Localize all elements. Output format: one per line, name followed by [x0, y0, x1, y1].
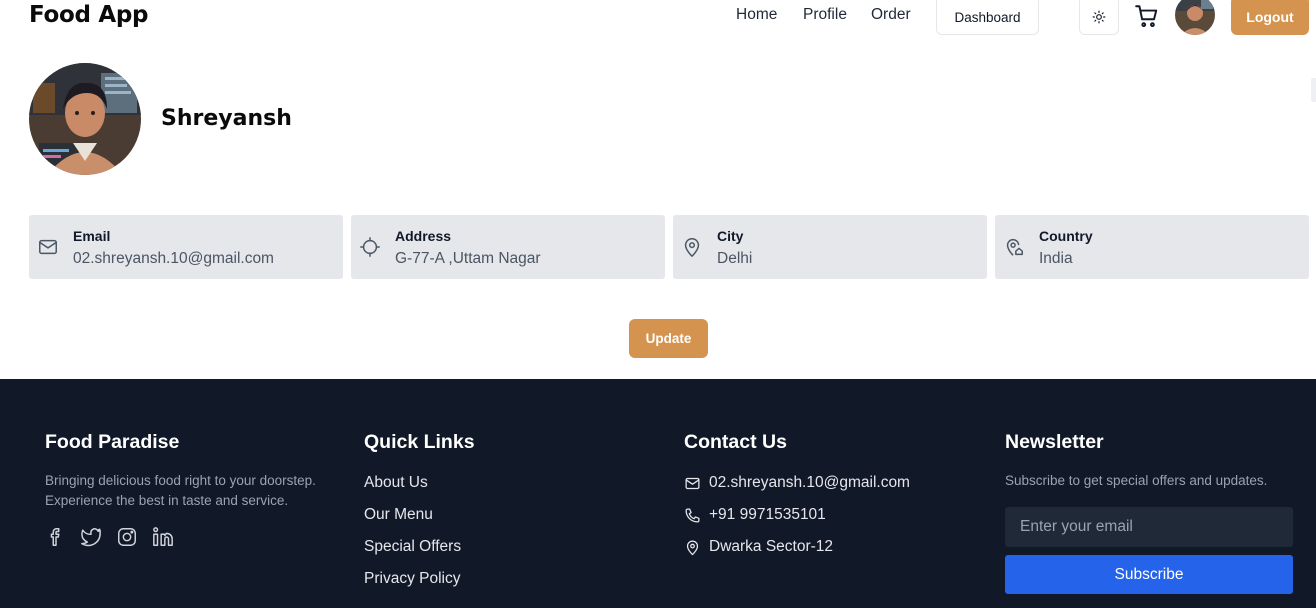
- footer-newsletter-title: Newsletter: [1005, 431, 1104, 453]
- city-value: Delhi: [717, 250, 753, 267]
- user-avatar[interactable]: [1175, 0, 1215, 35]
- profile-avatar: [29, 63, 141, 175]
- footer-link-privacy[interactable]: Privacy Policy: [364, 570, 460, 588]
- sun-icon: [1092, 10, 1106, 24]
- newsletter-text: Subscribe to get special offers and upda…: [1005, 473, 1268, 488]
- map-pin-icon: [684, 238, 700, 257]
- contact-phone-text: +91 9971535101: [709, 506, 826, 523]
- map-pin-icon: [686, 540, 699, 555]
- scrollbar[interactable]: [1311, 78, 1316, 102]
- footer-link-offers[interactable]: Special Offers: [364, 538, 461, 556]
- footer-about-title: Food Paradise: [45, 431, 180, 453]
- footer-quick-links-title: Quick Links: [364, 431, 475, 453]
- address-label: Address: [395, 228, 452, 244]
- contact-phone: +91 9971535101: [684, 506, 826, 524]
- instagram-icon[interactable]: [116, 526, 138, 548]
- crosshair-icon: [360, 237, 380, 257]
- city-card: City Delhi: [673, 215, 987, 279]
- phone-icon: [685, 507, 700, 523]
- contact-address-text: Dwarka Sector-12: [709, 538, 834, 555]
- contact-email-text: 02.shreyansh.10@gmail.com: [709, 474, 910, 491]
- twitter-icon[interactable]: [80, 526, 102, 548]
- brand-logo[interactable]: Food App: [29, 2, 148, 28]
- email-label: Email: [73, 228, 111, 244]
- nav-order[interactable]: Order: [871, 6, 911, 24]
- logout-button[interactable]: Logout: [1231, 0, 1309, 35]
- mail-icon: [685, 477, 700, 489]
- nav-home[interactable]: Home: [736, 6, 777, 24]
- footer: Food Paradise Bringing delicious food ri…: [0, 379, 1316, 608]
- mail-icon: [39, 239, 57, 255]
- country-value: India: [1039, 250, 1073, 267]
- city-label: City: [717, 228, 744, 244]
- facebook-icon[interactable]: [45, 526, 67, 548]
- dashboard-button[interactable]: Dashboard: [936, 0, 1039, 35]
- footer-link-about[interactable]: About Us: [364, 474, 428, 492]
- profile-details: Email 02.shreyansh.10@gmail.com Address …: [29, 215, 1309, 279]
- subscribe-button[interactable]: Subscribe: [1005, 555, 1293, 594]
- footer-about-line2: Experience the best in taste and service…: [45, 493, 289, 508]
- profile-name: Shreyansh: [161, 106, 292, 131]
- email-value: 02.shreyansh.10@gmail.com: [73, 250, 274, 267]
- email-card: Email 02.shreyansh.10@gmail.com: [29, 215, 343, 279]
- contact-email: 02.shreyansh.10@gmail.com: [684, 474, 910, 492]
- country-card: Country India: [995, 215, 1309, 279]
- update-button[interactable]: Update: [629, 319, 708, 358]
- contact-address: Dwarka Sector-12: [684, 538, 833, 556]
- top-navbar: Food App Home Profile Order Dashboard Lo…: [0, 0, 1316, 40]
- address-card: Address G-77-A ,Uttam Nagar: [351, 215, 665, 279]
- address-value: G-77-A ,Uttam Nagar: [395, 250, 541, 267]
- nav-profile[interactable]: Profile: [803, 6, 847, 24]
- footer-about-line1: Bringing delicious food right to your do…: [45, 473, 316, 488]
- linkedin-icon[interactable]: [152, 526, 174, 548]
- newsletter-email-input[interactable]: [1005, 507, 1293, 547]
- country-label: Country: [1039, 228, 1093, 244]
- footer-link-menu[interactable]: Our Menu: [364, 506, 433, 524]
- map-pin-home-icon: [1006, 239, 1023, 256]
- cart-icon[interactable]: [1134, 3, 1160, 29]
- theme-toggle-button[interactable]: [1079, 0, 1119, 35]
- footer-contact-title: Contact Us: [684, 431, 787, 453]
